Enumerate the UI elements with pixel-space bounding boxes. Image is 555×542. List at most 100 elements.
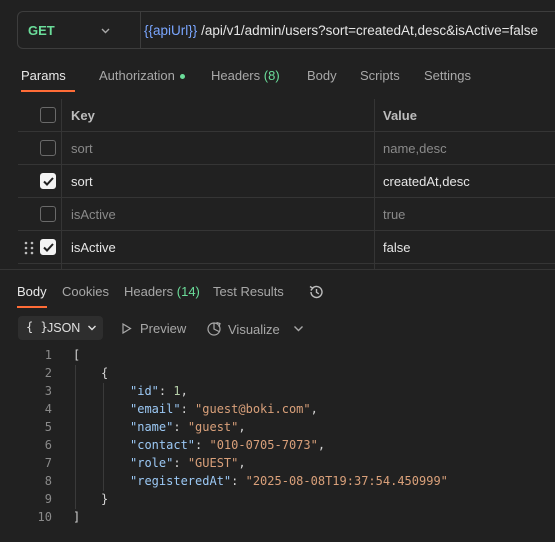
row-checkbox[interactable] [40,173,56,189]
format-label: JSON [47,321,81,335]
url-divider [140,12,141,48]
tab-response-body[interactable]: Body [17,284,47,299]
json-value: "2025-08-08T19:37:54.450999" [245,474,448,488]
table-row: sort name,desc [18,132,555,165]
table-row: isActive false [18,231,555,264]
json-value: "GUEST" [187,456,239,470]
json-key: "name" [130,420,174,434]
chevron-down-icon [88,325,96,331]
json-comma: , [238,456,246,470]
url-input[interactable]: {{apiUrl}} /api/v1/admin/users?sort=crea… [144,23,538,38]
row-checkbox[interactable] [40,239,56,255]
preview-button[interactable]: Preview [121,321,186,336]
json-comma: , [317,438,326,452]
url-variable: {{apiUrl}} [144,23,198,38]
response-divider[interactable] [0,269,555,270]
code-line: 8 "registeredAt": "2025-08-08T19:37:54.45… [0,473,555,491]
checkbox-cell [18,198,62,231]
param-value[interactable]: false [383,240,410,255]
tab-cookies[interactable]: Cookies [62,284,109,299]
line-number: 10 [37,510,52,524]
visualize-button[interactable]: Visualize [206,321,280,337]
key-cell[interactable]: sort [62,132,375,165]
format-select[interactable]: { } JSON [18,316,103,340]
response-headers-count: (14) [176,284,200,299]
braces-icon: { } [26,320,48,334]
checkbox-cell [18,165,62,198]
table-row: sort createdAt,desc [18,165,555,198]
code-line: 10] [0,509,555,527]
json-field: "id": 1, [130,384,188,398]
key-cell[interactable]: sort [62,165,375,198]
param-value[interactable]: createdAt,desc [383,174,470,189]
checkmark-icon [43,177,54,186]
json-field: "email": "guest@boki.com", [130,402,318,416]
line-number: 8 [44,474,52,488]
tab-test-results[interactable]: Test Results [213,284,284,299]
tab-params[interactable]: Params [21,68,66,83]
json-comma: , [180,384,188,398]
checkbox-cell [18,231,62,264]
visualize-label: Visualize [228,322,280,337]
tab-headers-label: Headers [211,68,261,83]
line-number: 7 [44,456,52,470]
json-key: "contact" [130,438,196,452]
preview-label: Preview [140,321,187,336]
checkbox-cell [18,132,62,165]
visualize-icon [207,321,221,336]
json-field: "role": "GUEST", [130,456,246,470]
param-value[interactable]: true [383,207,405,222]
json-value: 1 [173,384,181,398]
code-line: 6 "contact": "010-0705-7073", [0,437,555,455]
json-comma: , [238,420,246,434]
tab-settings[interactable]: Settings [424,68,471,83]
row-checkbox[interactable] [40,206,56,222]
line-number: 5 [44,420,52,434]
tab-headers[interactable]: Headers (8) [211,68,280,83]
json-value: "guest" [187,420,239,434]
tab-response-headers-label: Headers [124,284,174,299]
code-line: 1[ [0,347,555,365]
active-response-tab-indicator [17,306,47,308]
line-number: 3 [44,384,52,398]
key-cell[interactable]: isActive [62,231,375,264]
json-value: "guest@boki.com" [195,402,311,416]
tab-response-headers[interactable]: Headers (14) [124,284,200,299]
status-dot-icon [179,74,185,80]
key-header-cell: Key [62,99,375,132]
key-cell[interactable]: isActive [62,198,375,231]
code-line: 5 "name": "guest", [0,419,555,437]
play-icon [122,322,132,335]
active-tab-indicator [21,90,75,92]
code-line: 9} [0,491,555,509]
drag-handle-icon[interactable] [24,241,34,255]
json-field: "name": "guest", [130,420,246,434]
tab-authorization[interactable]: Authorization [99,68,185,83]
select-all-checkbox[interactable] [40,107,56,123]
headers-count: (8) [263,68,280,83]
code-line: 3 "id": 1, [0,383,555,401]
tab-scripts[interactable]: Scripts [360,68,400,83]
json-token: [ [73,348,81,362]
code-line: 2{ [0,365,555,383]
param-value[interactable]: name,desc [383,141,447,156]
line-number: 9 [44,492,52,506]
tab-body[interactable]: Body [307,68,337,83]
json-key: "id" [130,384,159,398]
history-icon[interactable] [307,283,325,301]
chevron-down-icon[interactable] [100,25,111,36]
line-number: 1 [44,348,52,362]
json-key: "role" [130,456,174,470]
json-token: } [101,492,109,506]
http-method-select[interactable]: GET [28,23,55,38]
chevron-down-icon[interactable] [293,324,304,333]
tab-authorization-label: Authorization [99,68,175,83]
param-key: isActive [71,207,116,222]
request-url-bar: GET {{apiUrl}} /api/v1/admin/users?sort=… [17,11,555,49]
line-number: 6 [44,438,52,452]
json-field: "registeredAt": "2025-08-08T19:37:54.450… [130,474,448,488]
row-checkbox[interactable] [40,140,56,156]
select-all-cell [18,99,62,132]
table-row: isActive true [18,198,555,231]
request-tabs: Params Authorization Headers (8) Body Sc… [0,64,555,92]
